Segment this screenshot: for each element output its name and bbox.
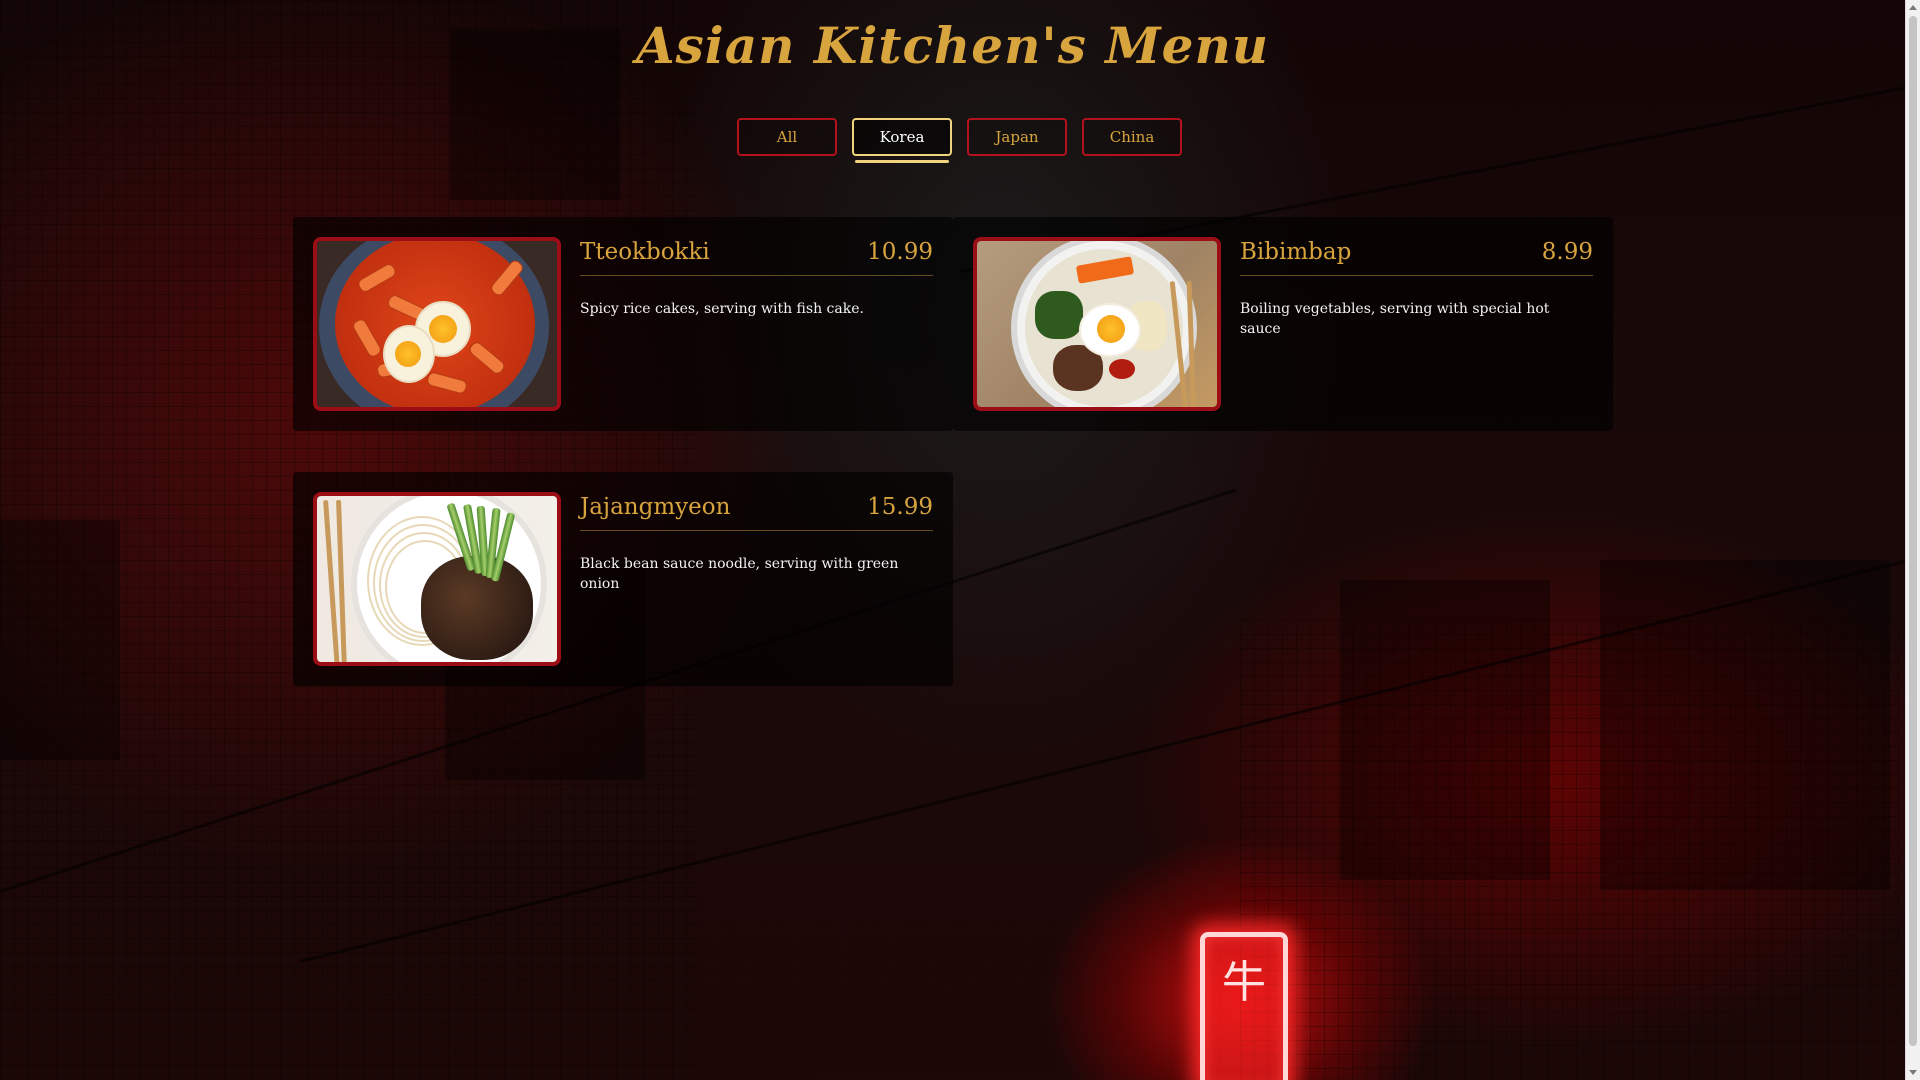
bibimbap-dish-image	[977, 241, 1217, 407]
page-title: Asian Kitchen's Menu	[635, 16, 1270, 75]
filter-china-button[interactable]: China	[1082, 118, 1182, 156]
scroll-down-arrow-icon[interactable]	[1909, 1070, 1917, 1075]
menu-item-card: Tteokbokki 10.99 Spicy rice cakes, servi…	[293, 217, 953, 431]
menu-item-card: Jajangmyeon 15.99 Black bean sauce noodl…	[293, 472, 953, 686]
menu-item-price: 15.99	[867, 494, 933, 520]
menu-item-name: Tteokbokki	[580, 239, 710, 265]
menu-item-price: 8.99	[1541, 239, 1593, 265]
neon-sign-glyph: 牛	[1222, 957, 1266, 1008]
menu-item-description: Black bean sauce noodle, serving with gr…	[580, 556, 899, 592]
category-filters: All Korea Japan China	[737, 118, 1182, 163]
page-scrollbar[interactable]	[1905, 0, 1920, 1080]
menu-item-info: Bibimbap 8.99 Boiling vegetables, servin…	[1240, 235, 1593, 339]
jajangmyeon-dish-image	[317, 496, 557, 662]
menu-item-name: Bibimbap	[1240, 239, 1352, 265]
menu-item-price: 10.99	[867, 239, 933, 265]
bibimbap-photo	[973, 237, 1221, 411]
background-tiles-right	[1240, 620, 1900, 1080]
menu-item-card: Bibimbap 8.99 Boiling vegetables, servin…	[953, 217, 1613, 431]
menu-item-name: Jajangmyeon	[580, 494, 731, 520]
jajangmyeon-photo	[313, 492, 561, 666]
scroll-up-arrow-icon[interactable]	[1909, 5, 1917, 10]
menu-item-header: Jajangmyeon 15.99	[580, 490, 933, 531]
neon-sign: 牛	[1200, 932, 1288, 1080]
menu-item-info: Tteokbokki 10.99 Spicy rice cakes, servi…	[580, 235, 933, 319]
scrollbar-thumb[interactable]	[1909, 16, 1917, 1046]
filter-all-button[interactable]: All	[737, 118, 837, 156]
menu-item-description: Spicy rice cakes, serving with fish cake…	[580, 301, 864, 317]
filter-japan-button[interactable]: Japan	[967, 118, 1067, 156]
menu-item-info: Jajangmyeon 15.99 Black bean sauce noodl…	[580, 490, 933, 594]
menu-item-header: Bibimbap 8.99	[1240, 235, 1593, 276]
filter-korea-button[interactable]: Korea	[852, 118, 952, 163]
menu-item-description: Boiling vegetables, serving with special…	[1240, 301, 1550, 337]
tteokbokki-dish-image	[317, 241, 557, 407]
tteokbokki-photo	[313, 237, 561, 411]
menu-item-header: Tteokbokki 10.99	[580, 235, 933, 276]
